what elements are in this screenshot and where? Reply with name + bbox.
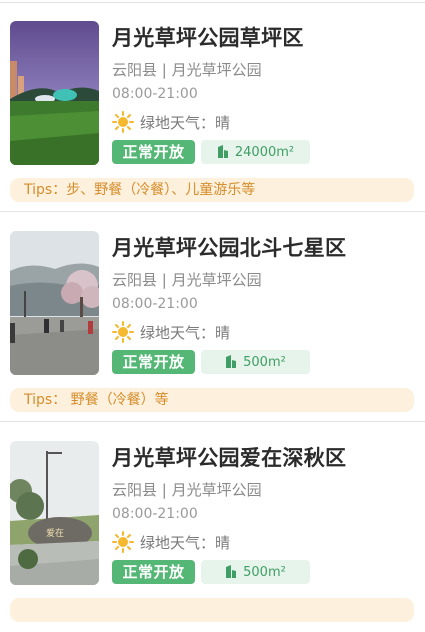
card-location: 云阳县 | 月光草坪公园 <box>112 481 262 499</box>
building-icon <box>226 355 237 368</box>
card-location: 云阳县 | 月光草坪公园 <box>112 61 262 79</box>
svg-text:爱在: 爱在 <box>46 527 64 539</box>
card-photo[interactable] <box>10 231 99 375</box>
weather-info: 绿地天气：晴 <box>112 321 230 343</box>
weather-text: 绿地天气：晴 <box>140 323 231 342</box>
area-unit: m² <box>276 144 295 160</box>
opening-hours: 08:00-21:00 <box>112 296 198 312</box>
tips-bar: Tips： 野餐（冷餐）等 <box>10 388 414 412</box>
green-space-card[interactable]: 月光草坪公园北斗七星区 云阳县 | 月光草坪公园 08:00-21:00 绿地天… <box>0 212 425 422</box>
green-space-card[interactable]: 月光草坪公园草坪区 云阳县 | 月光草坪公园 08:00-21:00 绿地天气：… <box>0 2 425 212</box>
card-photo[interactable] <box>10 21 99 165</box>
weather-text: 绿地天气：晴 <box>140 533 231 552</box>
area-unit: m² <box>267 354 286 370</box>
area-badge: 24000 m² <box>201 140 310 164</box>
area-value: 500 <box>243 354 268 370</box>
area-unit: m² <box>267 564 286 580</box>
building-icon <box>226 565 237 578</box>
status-badge: 正常开放 <box>112 140 195 164</box>
sun-icon <box>112 531 134 553</box>
area-badge: 500 m² <box>201 560 310 584</box>
area-value: 24000 <box>234 144 277 160</box>
weather-info: 绿地天气：晴 <box>112 531 230 553</box>
sun-icon <box>112 321 134 343</box>
area-badge: 500 m² <box>201 350 310 374</box>
tips-bar: Tips：步、野餐（冷餐）、儿童游乐等 <box>10 178 414 202</box>
card-title[interactable]: 月光草坪公园草坪区 <box>112 22 304 52</box>
green-space-card[interactable]: 爱在 月光草坪公园爱在深秋区 云阳县 | 月光草坪公园 08:00-21:00 … <box>0 422 425 632</box>
status-badge: 正常开放 <box>112 560 195 584</box>
building-icon <box>217 145 228 158</box>
weather-text: 绿地天气：晴 <box>140 113 231 132</box>
card-title[interactable]: 月光草坪公园爱在深秋区 <box>112 442 346 472</box>
card-title[interactable]: 月光草坪公园北斗七星区 <box>112 232 346 262</box>
opening-hours: 08:00-21:00 <box>112 86 198 102</box>
opening-hours: 08:00-21:00 <box>112 506 198 522</box>
card-photo[interactable]: 爱在 <box>10 441 99 585</box>
area-value: 500 <box>243 564 268 580</box>
weather-info: 绿地天气：晴 <box>112 111 230 133</box>
status-badge: 正常开放 <box>112 350 195 374</box>
card-location: 云阳县 | 月光草坪公园 <box>112 271 262 289</box>
sun-icon <box>112 111 134 133</box>
